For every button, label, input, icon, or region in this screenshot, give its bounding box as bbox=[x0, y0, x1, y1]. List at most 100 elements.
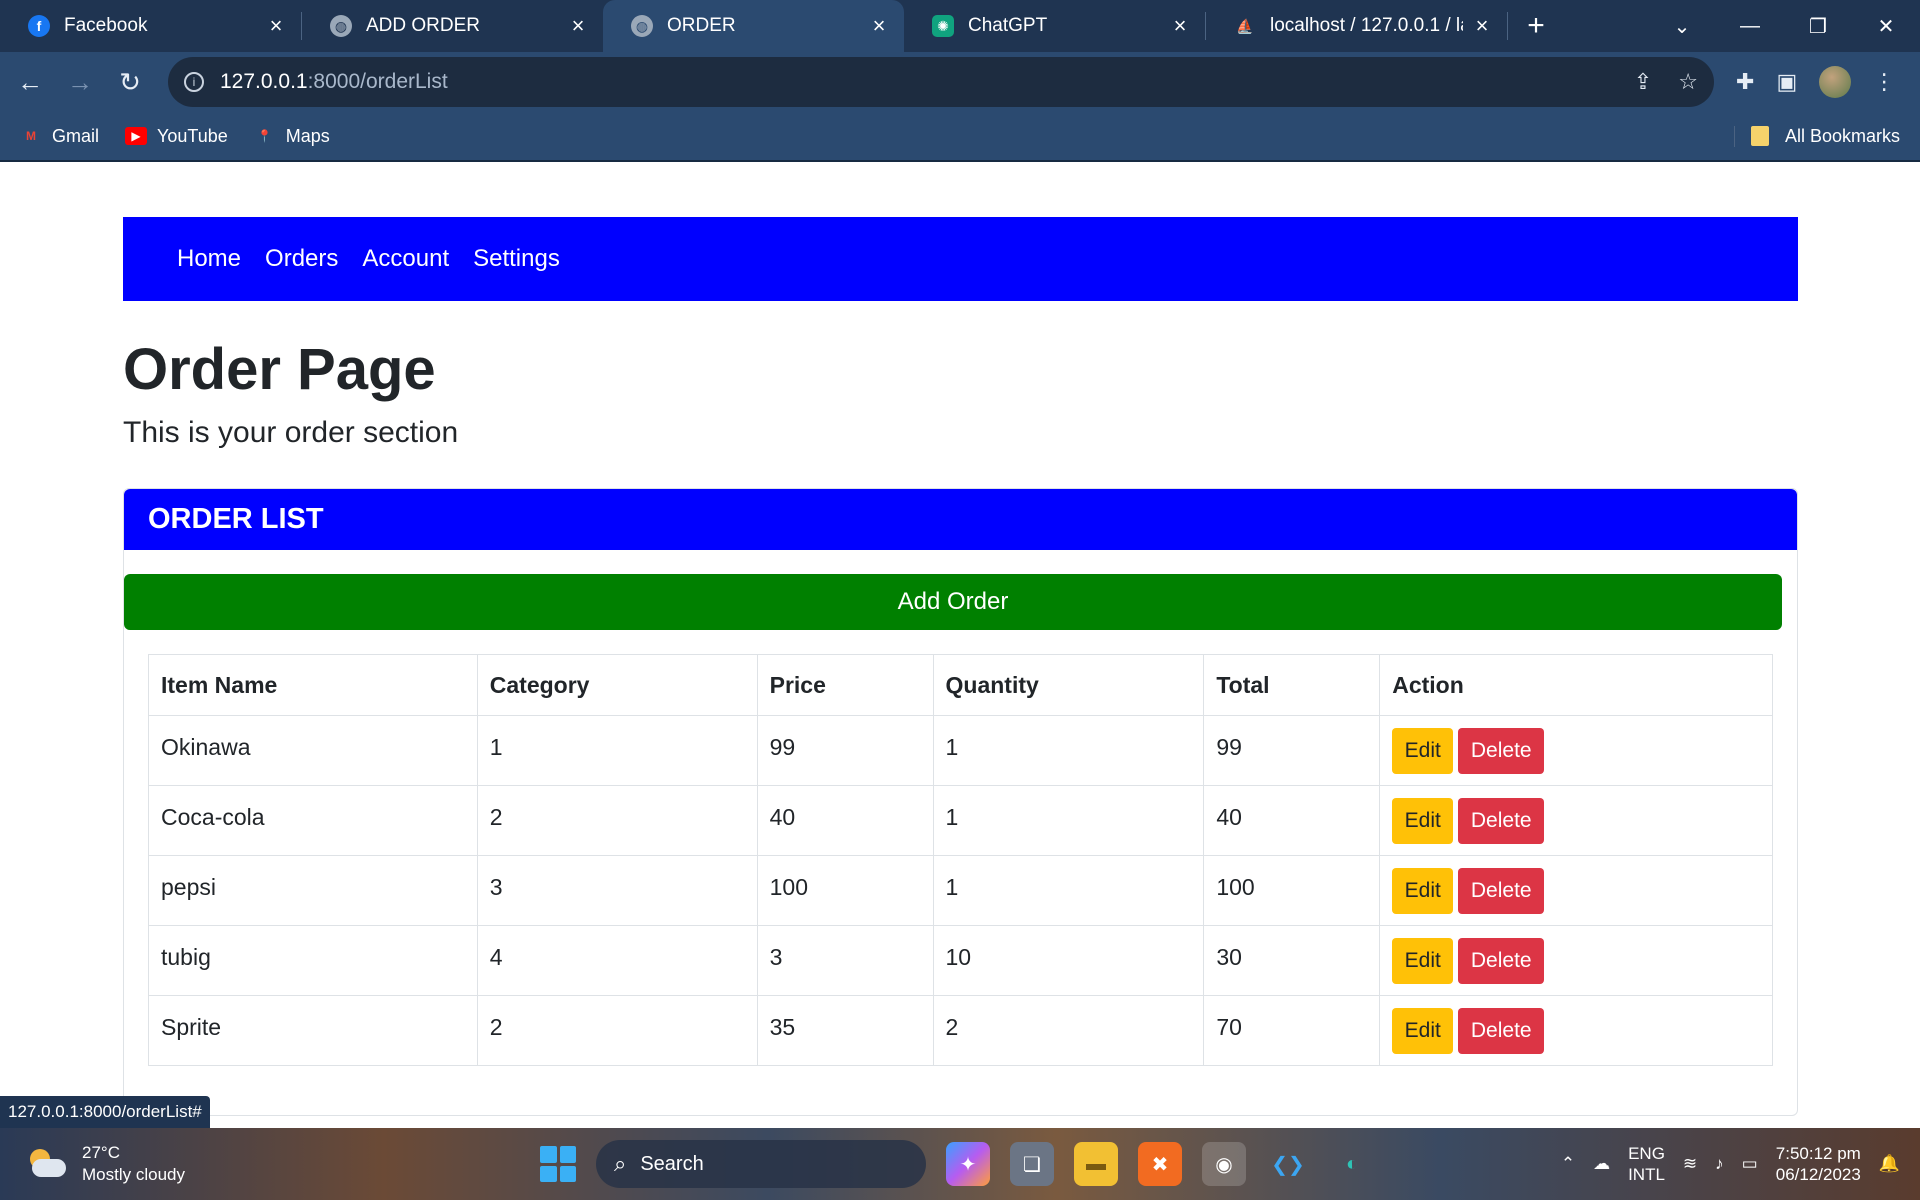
chrome-icon[interactable]: ◉ bbox=[1202, 1142, 1246, 1186]
cell-action: Edit Delete bbox=[1379, 715, 1773, 786]
menu-kebab-icon[interactable]: ⋮ bbox=[1873, 69, 1895, 95]
weather-condition: Mostly cloudy bbox=[82, 1165, 185, 1184]
tab-title: ORDER bbox=[667, 15, 736, 36]
start-button[interactable] bbox=[540, 1146, 576, 1182]
notification-bell-icon[interactable]: 🔔 bbox=[1879, 1154, 1900, 1174]
tab-title: Facebook bbox=[64, 15, 148, 36]
battery-icon[interactable]: ▭ bbox=[1742, 1154, 1758, 1174]
add-order-button[interactable]: Add Order bbox=[124, 574, 1782, 630]
cloudy-weather-icon bbox=[26, 1149, 66, 1179]
nav-link-settings[interactable]: Settings bbox=[473, 245, 560, 273]
close-icon[interactable]: × bbox=[567, 13, 589, 39]
column-header-total: Total bbox=[1203, 654, 1381, 716]
orders-table: Item Name Category Price Quantity Total … bbox=[148, 654, 1773, 1066]
tab-chatgpt[interactable]: ✺ ChatGPT × bbox=[904, 0, 1205, 52]
share-icon[interactable]: ⇪ bbox=[1634, 69, 1652, 95]
bookmark-label: YouTube bbox=[157, 125, 228, 146]
cell-price: 99 bbox=[756, 715, 934, 786]
cell-category: 4 bbox=[476, 925, 758, 996]
new-tab-button[interactable]: + bbox=[1508, 9, 1564, 43]
close-icon[interactable]: × bbox=[1169, 13, 1191, 39]
delete-button[interactable]: Delete bbox=[1458, 727, 1545, 774]
edit-button[interactable]: Edit bbox=[1392, 727, 1454, 774]
address-bar-row: ← → ↻ i 127.0.0.1:8000/orderList ⇪ ☆ ✚ ▣… bbox=[0, 52, 1920, 112]
edit-button[interactable]: Edit bbox=[1392, 937, 1454, 984]
close-icon[interactable]: × bbox=[265, 13, 287, 39]
bookmark-gmail[interactable]: M Gmail bbox=[20, 126, 99, 147]
weather-widget[interactable]: 27°C Mostly cloudy bbox=[0, 1142, 420, 1186]
taskbar-apps: ⌕ Search ✦ ❏ ▬ ✖ ◉ ❮❯ ◐ bbox=[540, 1128, 1374, 1200]
bookmark-youtube[interactable]: ▶ YouTube bbox=[125, 126, 228, 147]
edit-button[interactable]: Edit bbox=[1392, 797, 1454, 844]
language-indicator[interactable]: ENG INTL bbox=[1628, 1143, 1665, 1185]
back-button[interactable]: ← bbox=[10, 67, 50, 98]
nav-link-home[interactable]: Home bbox=[177, 245, 241, 273]
cell-quantity: 2 bbox=[932, 995, 1205, 1066]
link-status-bubble: 127.0.0.1:8000/orderList# bbox=[0, 1096, 210, 1128]
nav-link-account[interactable]: Account bbox=[362, 245, 449, 273]
delete-button[interactable]: Delete bbox=[1458, 797, 1545, 844]
cell-item-name: Okinawa bbox=[148, 715, 478, 786]
tab-order[interactable]: ◍ ORDER × bbox=[603, 0, 904, 52]
cell-category: 2 bbox=[476, 785, 758, 856]
minimize-button[interactable]: — bbox=[1716, 15, 1784, 38]
cell-quantity: 1 bbox=[932, 785, 1205, 856]
phpmyadmin-icon: ⛵ bbox=[1236, 17, 1254, 34]
close-icon[interactable]: × bbox=[1471, 13, 1493, 39]
file-explorer-icon[interactable]: ▬ bbox=[1074, 1142, 1118, 1186]
tab-add-order[interactable]: ◍ ADD ORDER × bbox=[302, 0, 603, 52]
xampp-icon[interactable]: ✖ bbox=[1138, 1142, 1182, 1186]
copilot-icon[interactable]: ✦ bbox=[946, 1142, 990, 1186]
close-icon[interactable]: × bbox=[868, 13, 890, 39]
table-row: tubig 4 3 10 30 Edit Delete bbox=[148, 925, 1773, 996]
site-info-icon[interactable]: i bbox=[184, 72, 204, 92]
nav-link-orders[interactable]: Orders bbox=[265, 245, 338, 273]
order-list-card: ORDER LIST Add Order Item Name Category … bbox=[123, 488, 1798, 1116]
side-panel-icon[interactable]: ▣ bbox=[1776, 69, 1797, 95]
delete-button[interactable]: Delete bbox=[1458, 867, 1545, 914]
delete-button[interactable]: Delete bbox=[1458, 937, 1545, 984]
gmail-icon: M bbox=[26, 129, 36, 143]
tab-title: ADD ORDER bbox=[366, 15, 481, 36]
cell-action: Edit Delete bbox=[1379, 785, 1773, 856]
edit-button[interactable]: Edit bbox=[1392, 867, 1454, 914]
taskbar-search[interactable]: ⌕ Search bbox=[596, 1140, 926, 1188]
onedrive-icon[interactable]: ☁ bbox=[1593, 1154, 1610, 1174]
restore-button[interactable]: ❐ bbox=[1784, 14, 1852, 39]
page-title: Order Page bbox=[123, 337, 436, 402]
globe-icon: ◍ bbox=[631, 15, 653, 37]
show-hidden-icons[interactable]: ⌃ bbox=[1561, 1154, 1575, 1174]
volume-icon[interactable]: ♪ bbox=[1715, 1154, 1724, 1174]
bookmark-star-icon[interactable]: ☆ bbox=[1678, 69, 1698, 95]
tab-phpmyadmin[interactable]: ⛵ localhost / 127.0.0.1 / lar × bbox=[1206, 0, 1507, 52]
forward-button[interactable]: → bbox=[60, 67, 100, 98]
profile-avatar[interactable] bbox=[1819, 66, 1852, 98]
facebook-icon: f bbox=[28, 15, 50, 37]
page-subtitle: This is your order section bbox=[123, 416, 459, 449]
browser-tab-strip: f Facebook × ◍ ADD ORDER × ◍ ORDER × ✺ C… bbox=[0, 0, 1920, 52]
bookmark-label: Maps bbox=[285, 125, 330, 146]
reload-button[interactable]: ↻ bbox=[110, 67, 150, 98]
cell-price: 40 bbox=[756, 785, 934, 856]
edge-icon[interactable]: ◐ bbox=[1330, 1142, 1374, 1186]
close-window-button[interactable]: ✕ bbox=[1852, 14, 1920, 39]
clock[interactable]: 7:50:12 pm 06/12/2023 bbox=[1776, 1143, 1861, 1185]
delete-button[interactable]: Delete bbox=[1458, 1007, 1545, 1054]
url-path: :8000/orderList bbox=[307, 70, 448, 93]
edit-button[interactable]: Edit bbox=[1392, 1007, 1454, 1054]
all-bookmarks[interactable]: All Bookmarks bbox=[1733, 125, 1920, 147]
vscode-icon[interactable]: ❮❯ bbox=[1266, 1142, 1310, 1186]
tab-facebook[interactable]: f Facebook × bbox=[0, 0, 301, 52]
extensions-icon[interactable]: ✚ bbox=[1736, 69, 1754, 95]
url-input[interactable]: i 127.0.0.1:8000/orderList ⇪ ☆ bbox=[168, 57, 1714, 107]
bookmark-maps[interactable]: 📍 Maps bbox=[254, 126, 330, 147]
cell-total: 30 bbox=[1203, 925, 1381, 996]
language-code: ENG bbox=[1628, 1144, 1665, 1163]
wifi-icon[interactable]: ≋ bbox=[1683, 1154, 1697, 1174]
tab-search-icon[interactable]: ⌄ bbox=[1648, 14, 1716, 39]
cell-category: 3 bbox=[476, 855, 758, 926]
task-view-icon[interactable]: ❏ bbox=[1010, 1142, 1054, 1186]
cell-total: 100 bbox=[1203, 855, 1381, 926]
table-header-row: Item Name Category Price Quantity Total … bbox=[148, 654, 1773, 716]
cell-price: 35 bbox=[756, 995, 934, 1066]
